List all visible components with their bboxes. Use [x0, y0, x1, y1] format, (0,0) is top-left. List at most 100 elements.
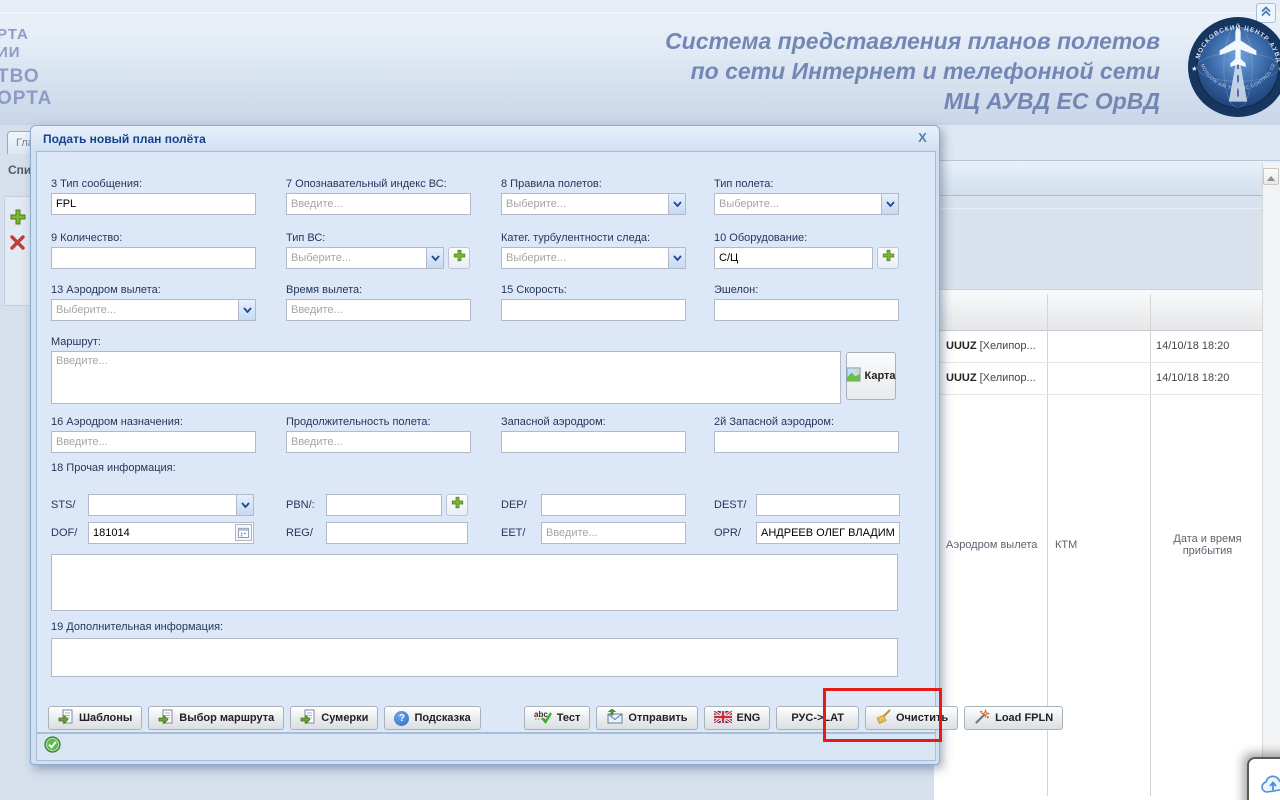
chevron-down-icon[interactable] [236, 494, 254, 516]
chevron-down-icon[interactable] [668, 193, 686, 215]
field-wake-category: Катег. турбулентности следа: [501, 232, 686, 269]
page-header: РТА ИИ ТВО ОРТА Система представления пл… [0, 0, 1280, 125]
button-label: Подсказка [414, 712, 470, 724]
departure-aerodrome-combo[interactable] [51, 299, 238, 321]
notification-popup-corner [1247, 757, 1280, 800]
add-pbn-button[interactable] [446, 494, 468, 516]
vertical-scrollbar[interactable] [1262, 163, 1280, 800]
alternate2-aerodrome-input[interactable] [714, 431, 899, 453]
map-button[interactable]: Карта [846, 352, 896, 400]
dialog-status-bar [36, 733, 936, 761]
alternate-aerodrome-input[interactable] [501, 431, 686, 453]
close-icon[interactable]: X [914, 130, 931, 147]
dialog-button-bar: Шаблоны Выбор маршрута Сумерки ? Подсказ… [48, 706, 938, 730]
route-select-button[interactable]: Выбор маршрута [148, 706, 284, 730]
button-label: Сумерки [321, 712, 368, 724]
corner-logo-text: ТВО [0, 66, 40, 88]
departure-name: [Хелипор... [977, 372, 1036, 384]
calendar-icon[interactable] [235, 524, 252, 541]
hint-button[interactable]: ? Подсказка [384, 706, 480, 730]
flight-type-combo[interactable] [714, 193, 881, 215]
dialog-titlebar[interactable]: Подать новый план полёта X [31, 126, 939, 151]
departure-name: [Хелипор... [977, 340, 1036, 352]
chevron-down-icon[interactable] [238, 299, 256, 321]
equipment-input[interactable] [714, 247, 873, 269]
dep-input[interactable] [541, 494, 686, 516]
count-input[interactable] [51, 247, 256, 269]
msg-type-input[interactable] [51, 193, 256, 215]
corner-logo-text: ОРТА [0, 88, 52, 110]
pbn-input[interactable] [326, 494, 442, 516]
field-label: 3 Тип сообщения: [51, 178, 256, 190]
reg-input[interactable] [326, 522, 468, 544]
flight-rules-combo[interactable] [501, 193, 668, 215]
dialog-title: Подать новый план полёта [43, 132, 914, 146]
chevron-down-icon[interactable] [426, 247, 444, 269]
chevron-down-icon[interactable] [881, 193, 899, 215]
dest-input[interactable] [756, 494, 900, 516]
help-icon: ? [394, 711, 409, 726]
field-label: DOF/ [51, 527, 88, 539]
aircraft-type-combo[interactable] [286, 247, 426, 269]
add-plan-button[interactable] [8, 207, 28, 232]
field-label: 8 Правила полетов: [501, 178, 686, 190]
sts-combo[interactable] [88, 494, 236, 516]
other-info-textarea[interactable] [51, 554, 898, 611]
send-button[interactable]: Отправить [596, 706, 697, 730]
field-dep: DEP/ [501, 494, 686, 516]
test-button[interactable]: abc Тест [524, 706, 591, 730]
field-eet: EET/ [501, 522, 686, 544]
field-alternate2-aerodrome: 2й Запасной аэродром: [714, 416, 899, 453]
table-row[interactable]: UUUZ [Хелипор... 14/10/18 18:20 [934, 363, 1262, 395]
field-label: Тип ВС: [286, 232, 471, 244]
route-textarea[interactable] [51, 351, 841, 404]
field-label: 13 Аэродром вылета: [51, 284, 256, 296]
field-label: Время вылета: [286, 284, 471, 296]
field-label: 9 Количество: [51, 232, 256, 244]
field-label: STS/ [51, 499, 88, 511]
delete-plan-button[interactable] [8, 233, 27, 257]
spacer [487, 706, 518, 730]
field-route: Маршрут: [51, 336, 841, 404]
eet-input[interactable] [541, 522, 686, 544]
opr-input[interactable] [756, 522, 900, 544]
send-envelope-icon [606, 709, 623, 727]
dof-input[interactable] [88, 522, 254, 544]
field-sts: STS/ [51, 494, 254, 516]
aircraft-id-input[interactable] [286, 193, 471, 215]
map-icon [846, 367, 861, 385]
app-title-line: МЦ АУВД ЕС ОрВД [665, 86, 1160, 116]
map-button-label: Карта [864, 370, 895, 382]
duration-input[interactable] [286, 431, 471, 453]
button-label: Тест [557, 712, 581, 724]
x-delete-icon [8, 239, 27, 256]
add-equipment-button[interactable] [877, 247, 899, 269]
eng-button[interactable]: ENG [704, 706, 771, 730]
twilight-button[interactable]: Сумерки [290, 706, 378, 730]
field-flight-rules: 8 Правила полетов: [501, 178, 686, 215]
field-reg: REG/ [286, 522, 468, 544]
field-label: Эшелон: [714, 284, 899, 296]
departure-code: UUUZ [946, 372, 977, 384]
load-fpln-button[interactable]: Load FPLN [964, 706, 1063, 730]
destination-aerodrome-input[interactable] [51, 431, 256, 453]
app-title-line: Система представления планов полетов [665, 26, 1160, 56]
departure-code: UUUZ [946, 340, 977, 352]
add-aircraft-type-button[interactable] [448, 247, 470, 269]
departure-time-input[interactable] [286, 299, 471, 321]
scrollbar-up-button[interactable] [1263, 168, 1279, 185]
field-aircraft-type: Тип ВС: [286, 232, 471, 269]
magic-wand-icon [974, 709, 990, 728]
chevron-down-icon[interactable] [668, 247, 686, 269]
templates-button[interactable]: Шаблоны [48, 706, 142, 730]
field-label: EET/ [501, 527, 541, 539]
table-row[interactable]: UUUZ [Хелипор... 14/10/18 18:20 1 [934, 331, 1262, 363]
field-msg-type: 3 Тип сообщения: [51, 178, 256, 215]
additional-info-textarea[interactable] [51, 638, 898, 677]
field-aircraft-id: 7 Опознавательный индекс ВС: [286, 178, 471, 215]
wake-category-combo[interactable] [501, 247, 668, 269]
document-arrow-icon [300, 709, 316, 728]
level-input[interactable] [714, 299, 899, 321]
speed-input[interactable] [501, 299, 686, 321]
app-title-line: по сети Интернет и телефонной сети [665, 56, 1160, 86]
